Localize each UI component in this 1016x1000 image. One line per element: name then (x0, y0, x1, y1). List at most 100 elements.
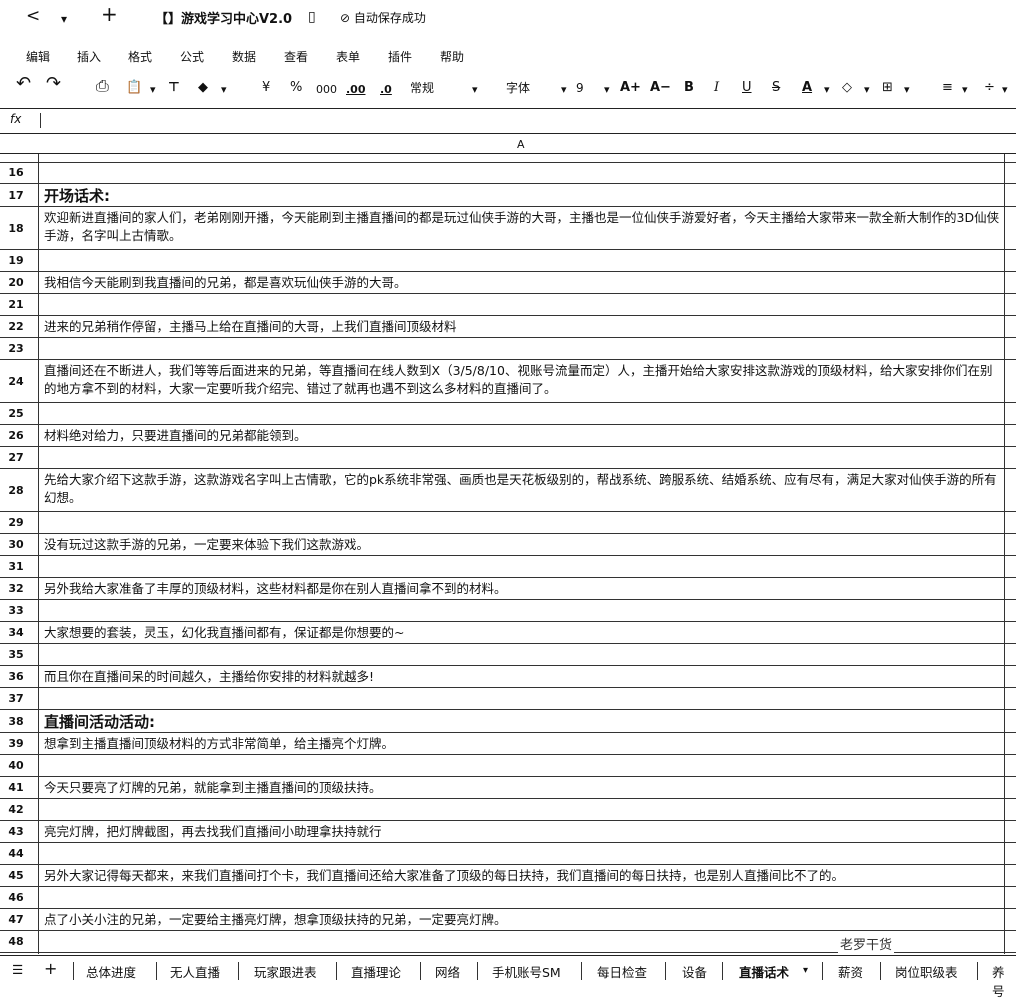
row-number[interactable]: 43 (0, 821, 32, 842)
italic-button[interactable]: I (714, 80, 719, 96)
cell-a[interactable]: 另外大家记得每天都来，来我们直播间打个卡，我们直播间还给大家准备了顶级的每日扶持… (44, 865, 1004, 885)
row-number[interactable]: 25 (0, 403, 32, 424)
cell-a[interactable] (44, 931, 1004, 933)
cell-a[interactable]: 没有玩过这款手游的兄弟，一定要来体验下我们这款游戏。 (44, 534, 1004, 554)
cell-a[interactable] (44, 250, 1004, 252)
row-number[interactable]: 31 (0, 556, 32, 577)
font-color-dropdown-icon[interactable]: ▾ (824, 82, 830, 98)
thousands-separator-icon[interactable]: 000 (316, 82, 337, 98)
tab-job-levels[interactable]: 岗位职级表 (895, 962, 958, 981)
menu-plugins[interactable]: 插件 (388, 48, 412, 65)
tab-phone-accounts[interactable]: 手机账号SM (492, 962, 561, 981)
cell-a[interactable] (44, 688, 1004, 690)
redo-icon[interactable]: ↷ (46, 75, 61, 93)
row-number[interactable]: 47 (0, 909, 32, 930)
cell-a[interactable]: 今天只要亮了灯牌的兄弟，就能拿到主播直播间的顶级扶持。 (44, 777, 1004, 797)
document-title[interactable]: 【】游戏学习中心V2.0 (155, 8, 292, 27)
font-family-select[interactable]: 字体 (506, 80, 530, 96)
row-number[interactable]: 48 (0, 931, 32, 952)
cell-a[interactable]: 我直播间顶级材料，顶级套装，只给我们直播间的家人安排，第一天进游的兄弟，你好好玩… (44, 953, 1004, 954)
row-number[interactable]: 36 (0, 666, 32, 687)
row-number[interactable]: 30 (0, 534, 32, 555)
cell-a[interactable]: 想拿到主播直播间顶级材料的方式非常简单，给主播亮个灯牌。 (44, 733, 1004, 753)
menu-form[interactable]: 表单 (336, 48, 360, 65)
cell-a[interactable] (44, 887, 1004, 889)
tab-salary[interactable]: 薪资 (838, 962, 863, 981)
percent-icon[interactable]: % (290, 80, 302, 96)
cell-a[interactable]: 开场话术: (44, 184, 1004, 205)
cell-a[interactable]: 直播间还在不断进人，我们等等后面进来的兄弟，等直播间在线人数到X（3/5/8/1… (44, 360, 1004, 398)
cell-a[interactable] (44, 843, 1004, 845)
row-number[interactable]: 22 (0, 316, 32, 337)
increase-decimal-icon[interactable]: .00 (346, 82, 366, 98)
cell-a[interactable] (44, 294, 1004, 296)
cell-a[interactable]: 而且你在直播间呆的时间越久，主播给你安排的材料就越多! (44, 666, 1004, 686)
row-number[interactable]: 17 (0, 184, 32, 206)
format-painter-icon[interactable]: ⊤ (168, 80, 180, 96)
cell-a[interactable]: 点了小关小注的兄弟，一定要给主播亮灯牌，想拿顶级扶持的兄弟，一定要亮灯牌。 (44, 909, 1004, 929)
menu-formula[interactable]: 公式 (180, 48, 204, 65)
underline-button[interactable]: U (742, 80, 752, 96)
tab-network[interactable]: 网络 (435, 962, 460, 981)
menu-edit[interactable]: 编辑 (26, 48, 50, 65)
cell-a[interactable] (44, 447, 1004, 449)
row-number[interactable]: 39 (0, 733, 32, 754)
row-number[interactable]: 27 (0, 447, 32, 468)
row-number[interactable]: 28 (0, 469, 32, 511)
add-sheet-icon[interactable]: + (44, 959, 57, 978)
undo-icon[interactable]: ↶ (16, 75, 31, 93)
font-increase-icon[interactable]: A+ (620, 80, 641, 96)
paste-dropdown-icon[interactable]: ▾ (150, 82, 156, 98)
number-format-select[interactable]: 常规 (410, 80, 434, 96)
row-number[interactable]: 46 (0, 887, 32, 908)
row-number[interactable]: 42 (0, 799, 32, 820)
cell-a[interactable]: 材料绝对给力，只要进直播间的兄弟都能领到。 (44, 425, 1004, 445)
cell-a[interactable] (44, 644, 1004, 646)
row-number[interactable]: 41 (0, 777, 32, 798)
cell-a[interactable] (44, 755, 1004, 757)
font-size-select[interactable]: 9 (576, 80, 584, 96)
bold-button[interactable]: B (684, 80, 694, 96)
row-number[interactable]: 35 (0, 644, 32, 665)
font-size-dropdown-icon[interactable]: ▾ (604, 82, 610, 98)
cell-a[interactable] (44, 403, 1004, 405)
cell-a[interactable] (44, 338, 1004, 340)
border-dropdown-icon[interactable]: ▾ (904, 82, 910, 98)
tab-account-raising[interactable]: 养号 (992, 962, 1016, 1000)
menu-format[interactable]: 格式 (128, 48, 152, 65)
number-format-dropdown-icon[interactable]: ▾ (472, 82, 478, 98)
cell-a[interactable] (44, 799, 1004, 801)
sheet-list-icon[interactable]: ☰ (12, 962, 23, 977)
cell-a[interactable]: 大家想要的套装，灵玉，幻化我直播间都有，保证都是你想要的~ (44, 622, 1004, 642)
tab-options-icon[interactable]: ▾ (803, 965, 808, 976)
row-number[interactable]: 37 (0, 688, 32, 709)
cell-a[interactable] (44, 512, 1004, 514)
print-icon[interactable]: ⎙ (96, 78, 109, 94)
cell-a[interactable]: 先给大家介绍下这款手游，这款游戏名字叫上古情歌，它的pk系统非常强、画质也是天花… (44, 469, 1004, 507)
tab-overall-progress[interactable]: 总体进度 (86, 962, 136, 981)
row-number[interactable]: 45 (0, 865, 32, 886)
bookmark-icon[interactable]: ▯ (308, 7, 316, 27)
row-number[interactable]: 24 (0, 360, 32, 402)
font-family-dropdown-icon[interactable]: ▾ (561, 82, 567, 98)
cell-a[interactable]: 亮完灯牌，把灯牌截图，再去找我们直播间小助理拿扶持就行 (44, 821, 1004, 841)
align-dropdown-icon[interactable]: ▾ (962, 82, 968, 98)
cell-a[interactable]: 我相信今天能刷到我直播间的兄弟，都是喜欢玩仙侠手游的大哥。 (44, 272, 1004, 292)
horizontal-align-icon[interactable]: ≡ (942, 80, 953, 96)
tab-live-theory[interactable]: 直播理论 (351, 962, 401, 981)
border-icon[interactable]: ⊞ (882, 80, 893, 96)
menu-view[interactable]: 查看 (284, 48, 308, 65)
row-number[interactable]: 40 (0, 755, 32, 776)
clear-format-icon[interactable]: ◆ (198, 80, 208, 96)
cell-a[interactable]: 进来的兄弟稍作停留，主播马上给在直播间的大哥，上我们直播间顶级材料 (44, 316, 1004, 336)
cell-a[interactable] (44, 556, 1004, 558)
tab-live-scripts[interactable]: 直播话术 (739, 962, 789, 981)
menu-insert[interactable]: 插入 (77, 48, 101, 65)
cell-a[interactable]: 欢迎新进直播间的家人们，老弟刚刚开播，今天能刷到主播直播间的都是玩过仙侠手游的大… (44, 207, 1004, 245)
row-number[interactable]: 19 (0, 250, 32, 271)
row-number[interactable]: 38 (0, 710, 32, 732)
tab-daily-check[interactable]: 每日检查 (597, 962, 647, 981)
font-color-icon[interactable]: A (802, 80, 812, 96)
row-number[interactable]: 23 (0, 338, 32, 359)
back-icon[interactable]: < (26, 6, 40, 26)
